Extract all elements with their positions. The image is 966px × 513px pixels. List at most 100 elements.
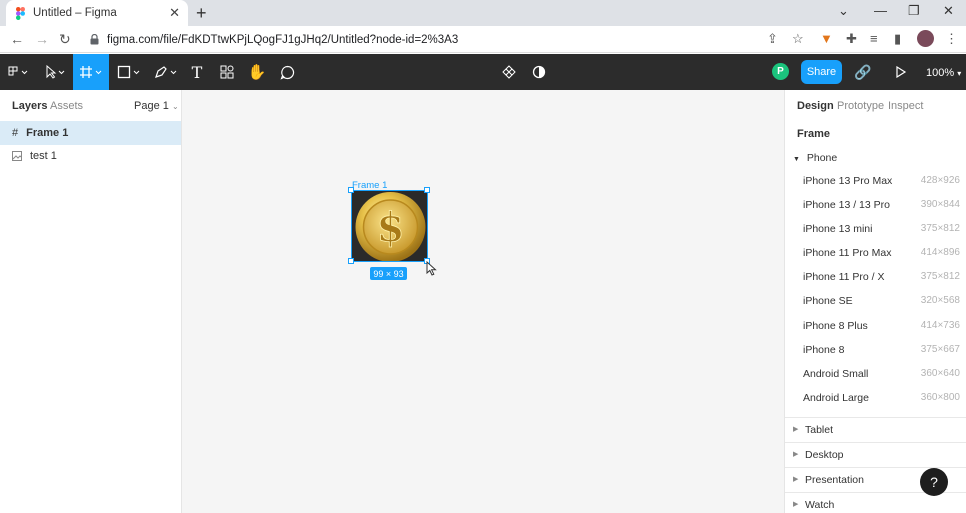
preset-name: iPhone 13 / 13 Pro: [803, 199, 890, 211]
layer-label: test 1: [30, 150, 57, 162]
metamask-extension-icon[interactable]: ▼: [820, 31, 833, 47]
side-panel-icon[interactable]: ▮: [894, 31, 901, 47]
text-tool-button[interactable]: T: [184, 54, 210, 90]
component-diamond-icon: [502, 65, 516, 79]
preset-android-large[interactable]: Android Large 360×800: [785, 386, 966, 410]
frame-hash-icon: [80, 66, 102, 78]
layer-test-1[interactable]: test 1: [0, 144, 181, 168]
share-button[interactable]: Share: [801, 60, 842, 84]
copy-link-button[interactable]: 🔗: [851, 54, 875, 90]
contrast-button[interactable]: [527, 54, 551, 90]
preset-android-small[interactable]: Android Small 360×640: [785, 362, 966, 386]
shape-tool-button[interactable]: [113, 54, 145, 90]
reload-icon[interactable]: ↻: [59, 31, 71, 47]
share-page-icon[interactable]: ⇪: [767, 31, 778, 47]
url-field[interactable]: figma.com/file/FdKDTtwKPjLQogFJ1gJHq2/Un…: [80, 29, 760, 50]
zoom-level: 100%: [926, 67, 955, 79]
pen-icon: [155, 66, 177, 78]
comment-tool-button[interactable]: [274, 54, 300, 90]
caret-right-icon: ▶: [793, 501, 799, 508]
forward-icon[interactable]: →: [35, 31, 49, 47]
main-menu-button[interactable]: [0, 54, 36, 90]
present-button[interactable]: [889, 54, 913, 90]
caret-right-icon: ▶: [793, 476, 799, 483]
preset-name: Android Small: [803, 368, 869, 380]
preset-name: iPhone 13 mini: [803, 223, 873, 235]
move-tool-button[interactable]: [38, 54, 72, 90]
profile-avatar[interactable]: [917, 30, 934, 47]
preset-size: 428×926: [920, 175, 960, 186]
preset-size: 375×812: [920, 223, 960, 234]
extensions-puzzle-icon[interactable]: ✚: [846, 31, 857, 47]
group-label: Tablet: [805, 424, 834, 436]
tab-layers[interactable]: Layers: [12, 100, 47, 112]
tab-design[interactable]: Design: [797, 100, 834, 112]
text-t-icon: T: [191, 62, 203, 82]
frame-1-selection[interactable]: $: [351, 190, 428, 262]
page-name: Page 1: [134, 100, 169, 112]
tab-prototype[interactable]: Prototype: [837, 100, 884, 112]
preset-iphone-13[interactable]: iPhone 13 / 13 Pro 390×844: [785, 193, 966, 217]
close-tab-icon[interactable]: ✕: [169, 5, 180, 21]
resize-handle-top-left[interactable]: [348, 187, 354, 193]
preset-iphone-13-pro-max[interactable]: iPhone 13 Pro Max 428×926: [785, 169, 966, 193]
tab-search-icon[interactable]: ⌄: [838, 3, 849, 19]
preset-name: iPhone 11 Pro / X: [803, 271, 885, 283]
chevron-down-icon: ⌄: [171, 102, 179, 111]
canvas[interactable]: [182, 90, 784, 513]
link-icon: 🔗: [854, 63, 872, 80]
resize-handle-bottom-left[interactable]: [348, 258, 354, 264]
preset-iphone-8-plus[interactable]: iPhone 8 Plus 414×736: [785, 314, 966, 338]
group-label: Presentation: [805, 474, 864, 486]
tab-assets[interactable]: Assets: [50, 100, 83, 112]
preset-name: Android Large: [803, 392, 869, 404]
lock-icon: [90, 34, 99, 45]
pen-tool-button[interactable]: [150, 54, 182, 90]
url-text: figma.com/file/FdKDTtwKPjLQogFJ1gJHq2/Un…: [107, 33, 459, 46]
group-desktop[interactable]: ▶ Desktop: [785, 442, 966, 467]
frame-tool-button[interactable]: [73, 54, 109, 90]
user-avatar[interactable]: P: [772, 63, 789, 80]
preset-name: iPhone 11 Pro Max: [803, 247, 892, 259]
preset-iphone-se[interactable]: iPhone SE 320×568: [785, 289, 966, 313]
preset-size: 375×812: [920, 271, 960, 282]
group-tablet[interactable]: ▶ Tablet: [785, 417, 966, 442]
figma-logo-icon: [16, 6, 25, 20]
layer-label: Frame 1: [26, 127, 69, 139]
preset-name: iPhone 13 Pro Max: [803, 175, 893, 187]
layer-frame-1[interactable]: # Frame 1: [0, 121, 181, 145]
help-button[interactable]: ?: [920, 468, 948, 496]
section-title: Frame: [797, 128, 831, 140]
hand-tool-button[interactable]: ✋: [244, 54, 270, 90]
new-tab-icon[interactable]: +: [196, 3, 207, 23]
page-selector[interactable]: Page 1 ⌄: [134, 100, 179, 112]
caret-right-icon: ▶: [793, 426, 799, 433]
preset-size: 360×800: [920, 392, 960, 403]
resize-handle-top-right[interactable]: [424, 187, 430, 193]
browser-menu-icon[interactable]: ⋮: [945, 31, 958, 47]
tab-inspect[interactable]: Inspect: [888, 100, 923, 112]
close-window-icon[interactable]: ✕: [943, 3, 954, 19]
preset-size: 414×736: [920, 320, 960, 331]
zoom-dropdown[interactable]: 100% ▾: [926, 67, 961, 79]
preset-size: 375×667: [920, 344, 960, 355]
group-watch[interactable]: ▶ Watch: [785, 492, 966, 513]
preset-size: 414×896: [920, 247, 960, 258]
preset-size: 320×568: [920, 295, 960, 306]
preset-iphone-8[interactable]: iPhone 8 375×667: [785, 338, 966, 362]
group-label: Watch: [805, 499, 835, 511]
resources-button[interactable]: [214, 54, 240, 90]
browser-tab[interactable]: Untitled – Figma ✕: [6, 0, 188, 26]
bookmark-star-icon[interactable]: ☆: [792, 31, 804, 47]
components-button[interactable]: [497, 54, 521, 90]
minimize-icon[interactable]: —: [874, 3, 887, 18]
preset-iphone-11-pro-max[interactable]: iPhone 11 Pro Max 414×896: [785, 241, 966, 265]
preset-iphone-11-pro[interactable]: iPhone 11 Pro / X 375×812: [785, 265, 966, 289]
restore-icon[interactable]: ❐: [908, 3, 920, 19]
preset-iphone-13-mini[interactable]: iPhone 13 mini 375×812: [785, 217, 966, 241]
group-phone-header[interactable]: ▼ Phone: [793, 152, 837, 164]
group-label: Phone: [806, 152, 838, 164]
reading-list-icon[interactable]: ≡: [870, 31, 878, 47]
properties-panel: Design Prototype Inspect Frame ▼ Phone i…: [784, 90, 966, 513]
back-icon[interactable]: ←: [10, 31, 24, 47]
